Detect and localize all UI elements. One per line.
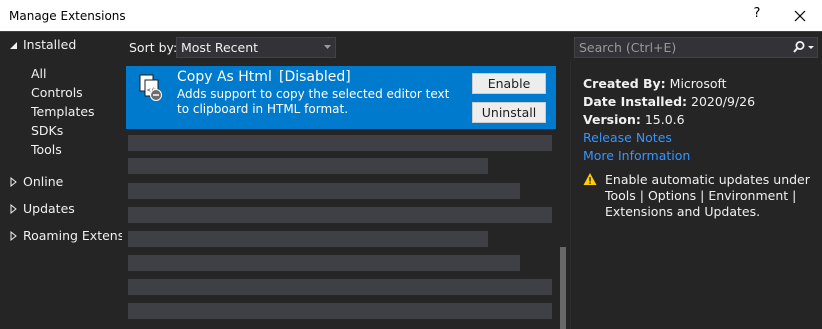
tree-node-label: Installed	[23, 37, 77, 52]
version-label: Version:	[583, 112, 641, 127]
loading-placeholder-row	[128, 231, 488, 247]
extension-icon: </>	[139, 74, 162, 101]
tree-node-installed[interactable]: Installed	[0, 35, 122, 55]
list-scrollbar[interactable]	[556, 129, 570, 329]
extension-list-item[interactable]: </> Copy As Html [Disabled] Adds support…	[126, 66, 556, 129]
created-by-label: Created By:	[583, 76, 666, 91]
tree-node-updates[interactable]: Updates	[0, 199, 122, 219]
extension-list: </> Copy As Html [Disabled] Adds support…	[126, 66, 570, 329]
auto-update-warning: Enable automatic updates under Tools | O…	[605, 172, 810, 219]
date-installed-value: 2020/9/26	[691, 94, 756, 109]
created-by-value: Microsoft	[669, 76, 727, 91]
version-row: Version: 15.0.6	[583, 112, 685, 127]
version-value: 15.0.6	[644, 112, 685, 127]
search-input[interactable]: Search (Ctrl+E)	[579, 40, 676, 55]
search-icon[interactable]	[787, 38, 817, 57]
tree-item-controls[interactable]: Controls	[31, 85, 83, 103]
date-installed-label: Date Installed:	[583, 94, 688, 109]
loading-placeholder-row	[128, 279, 552, 295]
enable-button[interactable]: Enable	[472, 73, 546, 94]
expanded-arrow-icon	[10, 42, 17, 49]
loading-placeholder-row	[128, 303, 552, 319]
scrollbar-thumb[interactable]	[560, 247, 566, 329]
tree-node-roaming[interactable]: Roaming Extensions	[0, 226, 122, 246]
tree-item-sdks[interactable]: SDKs	[31, 123, 63, 141]
tree-item-templates[interactable]: Templates	[31, 104, 95, 122]
extension-description: Adds support to copy the selected editor…	[177, 87, 450, 116]
uninstall-button[interactable]: Uninstall	[472, 102, 546, 123]
loading-placeholder-row	[128, 255, 520, 271]
tree-node-label: Updates	[23, 201, 75, 216]
title-bar: Manage Extensions ?	[0, 0, 822, 32]
extension-status: [Disabled]	[279, 69, 351, 85]
release-notes-link[interactable]: Release Notes	[583, 130, 672, 145]
warning-icon	[583, 173, 597, 185]
tree-node-label: Roaming Extensions	[23, 228, 122, 243]
more-information-link[interactable]: More Information	[583, 148, 690, 163]
close-icon[interactable]	[790, 5, 810, 27]
loading-placeholder-row	[128, 207, 552, 223]
date-installed-row: Date Installed: 2020/9/26	[583, 94, 755, 109]
created-by-row: Created By: Microsoft	[583, 76, 727, 91]
chevron-down-icon	[324, 45, 331, 49]
loading-placeholder-row	[128, 183, 520, 199]
sort-value: Most Recent	[181, 40, 259, 55]
loading-placeholder-row	[128, 135, 552, 151]
collapsed-arrow-icon	[10, 230, 17, 242]
window-title: Manage Extensions	[9, 9, 126, 23]
collapsed-arrow-icon	[10, 203, 17, 215]
sort-label: Sort by:	[129, 40, 178, 55]
search-box[interactable]: Search (Ctrl+E)	[574, 37, 818, 58]
tree-node-online[interactable]: Online	[0, 172, 122, 192]
help-button[interactable]: ?	[748, 6, 766, 26]
extension-name: Copy As Html	[177, 69, 272, 85]
tree-item-all[interactable]: All	[31, 66, 47, 84]
sort-dropdown[interactable]: Most Recent	[176, 37, 336, 58]
tree-item-tools[interactable]: Tools	[31, 142, 62, 160]
tree-node-label: Online	[23, 174, 64, 189]
category-tree: Installed All Controls Templates SDKs To…	[0, 32, 122, 329]
details-panel: Created By: Microsoft Date Installed: 20…	[570, 62, 822, 329]
collapsed-arrow-icon	[10, 176, 17, 188]
loading-placeholder-row	[128, 158, 488, 174]
